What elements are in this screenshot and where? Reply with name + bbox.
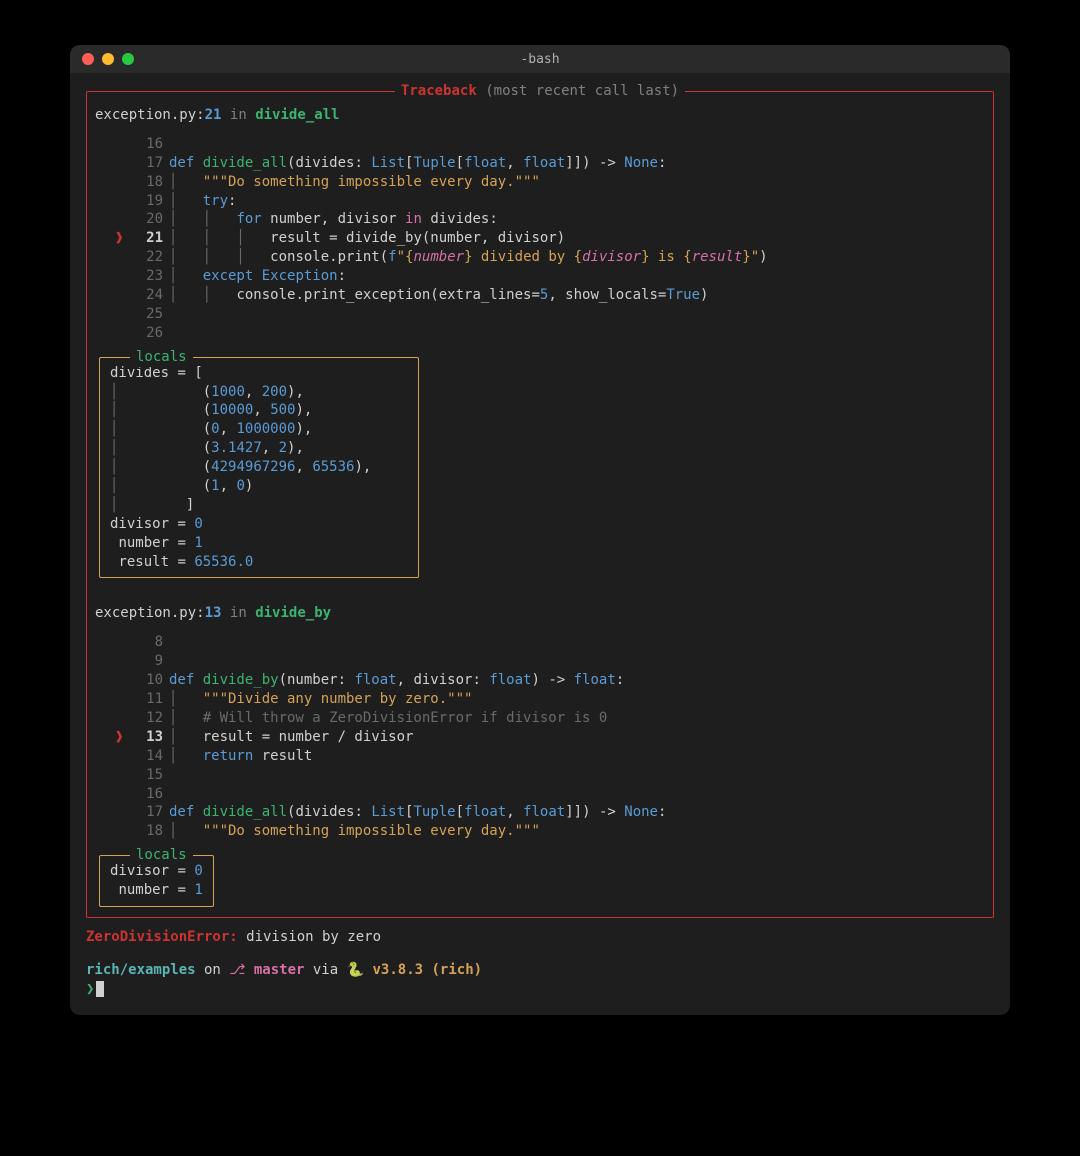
terminal-window: -bash Traceback (most recent call last) …	[70, 45, 1010, 1015]
frame-2-locals: locals divisor = 0 number = 1	[99, 855, 214, 907]
frame-1-code: 16 17def divide_all(divides: List[Tuple[…	[115, 135, 985, 343]
locals-title: locals	[130, 846, 193, 865]
prompt-path: rich/examples	[86, 962, 196, 978]
frame-2-location: exception.py:13 in divide_by	[95, 604, 985, 623]
maximize-icon[interactable]	[122, 53, 134, 65]
frame-2-code: 8 9 10def divide_by(number: float, divis…	[115, 633, 985, 841]
frame-1-locals: locals divides = [ │ (1000, 200), │ (100…	[99, 357, 419, 579]
prompt-char: ❯	[86, 981, 94, 997]
snake-icon: 🐍	[347, 962, 373, 978]
branch-name: master	[245, 962, 304, 978]
traceback-subtitle: (most recent call last)	[485, 83, 679, 99]
current-line-icon: ❱	[115, 229, 127, 248]
error-line: ZeroDivisionError: division by zero	[86, 928, 994, 947]
terminal-body[interactable]: Traceback (most recent call last) except…	[70, 73, 1010, 1015]
close-icon[interactable]	[82, 53, 94, 65]
cursor-icon	[96, 981, 104, 997]
prompt-line: rich/examples on ⎇ master via 🐍 v3.8.3 (…	[86, 961, 994, 980]
error-name: ZeroDivisionError:	[86, 929, 238, 945]
traffic-lights	[82, 53, 134, 65]
title-bar: -bash	[70, 45, 1010, 73]
traceback-title: Traceback	[401, 83, 477, 99]
frame-1-location: exception.py:21 in divide_all	[95, 106, 985, 125]
python-version: v3.8.3 (rich)	[372, 962, 482, 978]
prompt-input-line[interactable]: ❯	[86, 980, 994, 999]
branch-icon: ⎇	[229, 962, 245, 978]
traceback-header: Traceback (most recent call last)	[395, 82, 685, 101]
current-line-icon: ❱	[115, 728, 127, 747]
window-title: -bash	[520, 52, 559, 67]
error-message: division by zero	[238, 929, 381, 945]
minimize-icon[interactable]	[102, 53, 114, 65]
locals-title: locals	[130, 348, 193, 367]
traceback-panel: Traceback (most recent call last) except…	[86, 91, 994, 918]
